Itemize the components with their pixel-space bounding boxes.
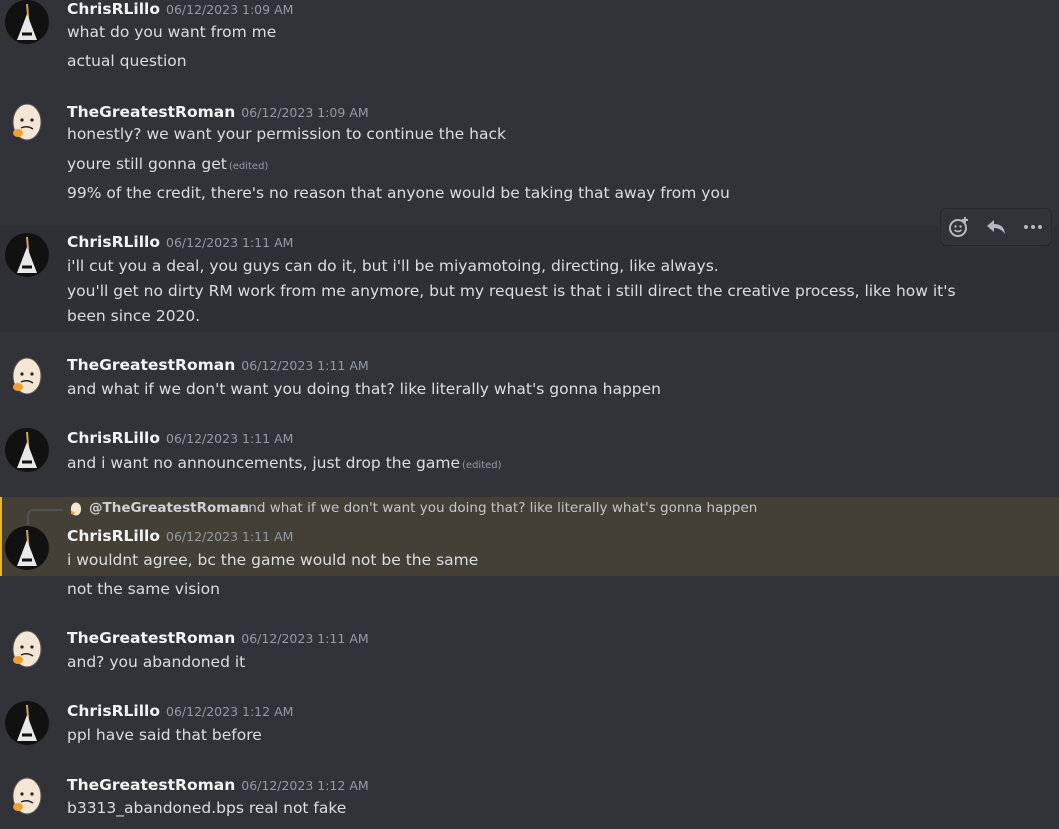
reply-mention[interactable]: @TheGreatestRoman (89, 500, 249, 516)
reply-spine (27, 509, 63, 525)
message-text: honestly? we want your permission to con… (67, 125, 506, 143)
reply-avatar[interactable] (68, 501, 84, 517)
avatar-chrisrlillo[interactable] (5, 0, 49, 44)
author-name[interactable]: TheGreatestRoman (67, 776, 235, 794)
timestamp[interactable]: 06/12/2023 1:12 AM (241, 778, 368, 793)
author-name[interactable]: ChrisRLillo (67, 233, 160, 251)
avatar-thegreatestroman[interactable] (5, 627, 49, 671)
avatar-chrisrlillo[interactable] (5, 233, 49, 277)
avatar-chrisrlillo[interactable] (5, 701, 49, 745)
edited-label: (edited) (228, 161, 269, 172)
author-name[interactable]: ChrisRLillo (67, 0, 160, 18)
message-text-edited: and i want no announcements, just drop t… (67, 454, 502, 472)
message-text: what do you want from me (67, 23, 277, 41)
message-text: actual question (67, 52, 187, 70)
message-text-edited: youre still gonna get (edited) (67, 155, 268, 173)
message-text: i wouldnt agree, bc the game would not b… (67, 551, 479, 569)
message-text: and i want no announcements, just drop t… (67, 454, 461, 472)
message-text: and what if we don't want you doing that… (67, 380, 661, 398)
timestamp[interactable]: 06/12/2023 1:11 AM (166, 431, 293, 446)
avatar-chrisrlillo[interactable] (5, 428, 49, 472)
author-name[interactable]: ChrisRLillo (67, 702, 160, 720)
add-reaction-icon[interactable] (945, 213, 973, 241)
timestamp[interactable]: 06/12/2023 1:11 AM (241, 631, 368, 646)
timestamp[interactable]: 06/12/2023 1:09 AM (166, 2, 293, 17)
message-text: not the same vision (67, 580, 220, 598)
author-name[interactable]: TheGreatestRoman (67, 356, 235, 374)
message-text: b3313_abandoned.bps real not fake (67, 799, 347, 817)
edited-label: (edited) (462, 460, 502, 471)
timestamp[interactable]: 06/12/2023 1:11 AM (166, 529, 293, 544)
timestamp[interactable]: 06/12/2023 1:12 AM (166, 704, 293, 719)
timestamp[interactable]: 06/12/2023 1:11 AM (241, 358, 368, 373)
reply-preview[interactable]: and what if we don't want you doing that… (240, 500, 757, 516)
message-text: you'll get no dirty RM work from me anym… (67, 282, 956, 325)
author-name[interactable]: TheGreatestRoman (67, 103, 235, 121)
avatar-chrisrlillo[interactable] (5, 526, 49, 570)
author-name[interactable]: ChrisRLillo (67, 527, 160, 545)
message-text: and? you abandoned it (67, 653, 246, 671)
message-text: youre still gonna get (67, 155, 227, 173)
reply-icon[interactable] (982, 213, 1010, 241)
avatar-thegreatestroman[interactable] (5, 354, 49, 398)
timestamp[interactable]: 06/12/2023 1:11 AM (166, 235, 293, 250)
timestamp[interactable]: 06/12/2023 1:09 AM (241, 105, 368, 120)
avatar-thegreatestroman[interactable] (5, 774, 49, 818)
avatar-thegreatestroman[interactable] (5, 100, 49, 144)
message-text: 99% of the credit, there's no reason tha… (67, 184, 730, 202)
message-actions-toolbar (940, 208, 1052, 246)
more-icon[interactable] (1019, 213, 1047, 241)
author-name[interactable]: ChrisRLillo (67, 429, 160, 447)
message-text: ppl have said that before (67, 726, 262, 744)
message-text: i'll cut you a deal, you guys can do it,… (67, 257, 719, 275)
author-name[interactable]: TheGreatestRoman (67, 629, 235, 647)
